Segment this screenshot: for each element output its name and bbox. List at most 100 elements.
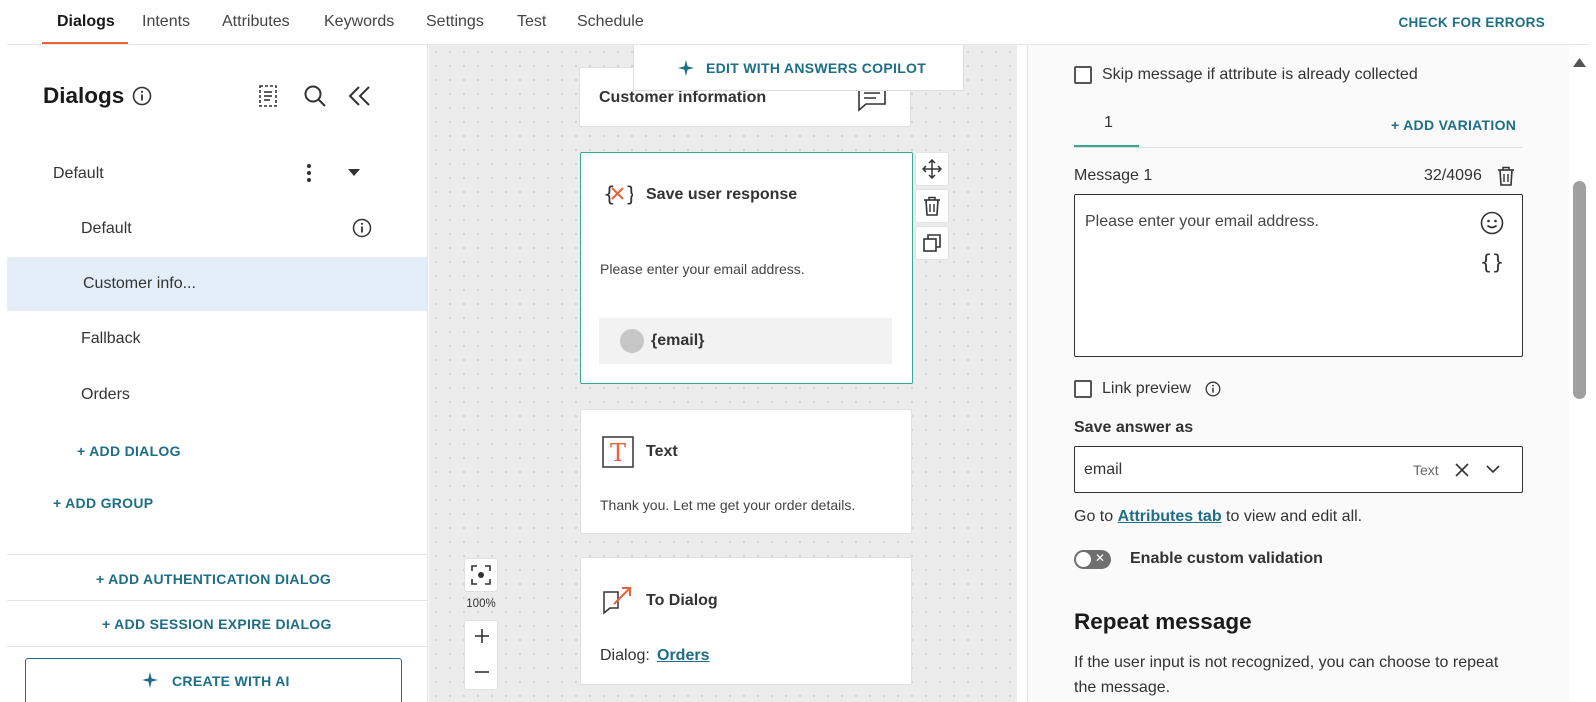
attribute-chip: {email} <box>599 318 892 364</box>
trash-icon[interactable] <box>1497 166 1515 186</box>
move-node-button[interactable] <box>915 152 949 186</box>
sidebar-item-default[interactable]: Default <box>81 220 132 238</box>
add-group-button[interactable]: + ADD GROUP <box>53 495 153 511</box>
goto-suffix: to view and edit all. <box>1226 508 1363 525</box>
trash-icon <box>923 196 941 216</box>
message-textarea[interactable]: Please enter your email address. {} <box>1074 194 1523 357</box>
more-options-icon[interactable] <box>306 162 312 184</box>
divider <box>7 646 427 647</box>
node-message-text: Thank you. Let me get your order details… <box>600 497 856 513</box>
emoji-icon[interactable] <box>1480 211 1504 235</box>
attributes-tab-link[interactable]: Attributes tab <box>1118 508 1222 525</box>
move-icon <box>922 159 942 179</box>
create-with-ai-label: CREATE WITH AI <box>172 673 290 689</box>
collapse-sidebar-icon[interactable] <box>348 85 372 107</box>
link-preview-checkbox[interactable] <box>1074 380 1092 398</box>
attribute-type: Text <box>1413 462 1439 478</box>
check-for-errors-button[interactable]: CHECK FOR ERRORS <box>1398 15 1545 30</box>
node-text[interactable]: T Text Thank you. Let me get your order … <box>580 409 912 534</box>
save-answer-select[interactable]: email Text <box>1074 446 1523 493</box>
top-nav-bar: Dialogs Intents Attributes Keywords Sett… <box>7 0 1589 45</box>
variation-tab-1[interactable]: 1 <box>1104 114 1113 132</box>
sparkle-icon <box>141 671 159 689</box>
fit-view-button[interactable] <box>464 558 498 592</box>
info-icon[interactable] <box>132 86 152 106</box>
clear-icon[interactable] <box>1455 463 1469 477</box>
sparkle-icon <box>677 59 695 77</box>
skip-message-checkbox[interactable] <box>1074 66 1092 84</box>
properties-panel <box>1027 45 1569 702</box>
create-with-ai-button[interactable]: CREATE WITH AI <box>25 658 402 702</box>
group-default[interactable]: Default <box>53 165 104 183</box>
custom-validation-label: Enable custom validation <box>1130 550 1323 567</box>
copy-icon <box>923 234 941 252</box>
message-value: Please enter your email address. <box>1085 213 1319 230</box>
char-count: 32/4096 <box>1424 167 1482 184</box>
add-authentication-dialog-button[interactable]: + ADD AUTHENTICATION DIALOG <box>96 571 331 587</box>
svg-text:{: { <box>603 182 616 206</box>
divider <box>1074 147 1523 148</box>
toggle-knob <box>1076 552 1091 567</box>
active-tab-indicator <box>42 42 128 44</box>
delete-node-button[interactable] <box>915 189 949 223</box>
attributes-hint: Go to Attributes tab to view and edit al… <box>1074 508 1362 526</box>
custom-validation-toggle[interactable]: ✕ <box>1074 550 1111 569</box>
dialog-label: Dialog: <box>600 647 650 664</box>
tab-intents[interactable]: Intents <box>142 13 190 31</box>
attribute-dot-icon <box>620 329 644 353</box>
node-to-dialog[interactable]: To Dialog Dialog: Orders <box>580 557 912 685</box>
tab-dialogs[interactable]: Dialogs <box>57 13 115 31</box>
add-session-expire-dialog-button[interactable]: + ADD SESSION EXPIRE DIALOG <box>102 616 332 632</box>
text-type-icon: T <box>602 436 634 468</box>
save-answer-label: Save answer as <box>1074 419 1194 436</box>
focus-icon <box>471 565 491 585</box>
tab-keywords[interactable]: Keywords <box>324 13 394 31</box>
zoom-controls <box>464 620 498 690</box>
zoom-level: 100% <box>466 598 496 610</box>
tab-settings[interactable]: Settings <box>426 13 484 31</box>
add-variation-button[interactable]: + ADD VARIATION <box>1391 117 1516 133</box>
sidebar-item-orders[interactable]: Orders <box>81 386 130 404</box>
chevron-down-icon[interactable] <box>1486 465 1500 474</box>
node-title: Customer information <box>599 89 767 106</box>
caret-down-icon[interactable] <box>348 169 360 177</box>
info-icon[interactable] <box>352 218 372 238</box>
zoom-out-icon[interactable] <box>473 663 491 681</box>
copilot-label: EDIT WITH ANSWERS COPILOT <box>706 60 927 76</box>
zoom-in-icon[interactable] <box>473 627 491 645</box>
sidebar-item-customer-info[interactable]: Customer info... <box>83 275 196 293</box>
edit-with-copilot-button[interactable]: EDIT WITH ANSWERS COPILOT <box>633 45 964 91</box>
dialog-list-icon[interactable] <box>257 84 279 108</box>
info-icon[interactable] <box>1205 381 1221 397</box>
variable-icon: {} <box>603 179 633 209</box>
svg-text:T: T <box>610 439 626 467</box>
node-title: To Dialog <box>646 592 718 609</box>
node-title: Text <box>646 443 678 460</box>
save-answer-value: email <box>1084 461 1123 478</box>
selected-item-highlight <box>7 257 427 311</box>
node-save-user-response[interactable]: {} Save user response Please enter your … <box>580 152 913 384</box>
goto-prefix: Go to <box>1074 508 1114 525</box>
divider <box>7 554 427 555</box>
add-dialog-button[interactable]: + ADD DIALOG <box>77 443 181 459</box>
curly-braces-icon[interactable]: {} <box>1480 250 1504 274</box>
scroll-up-icon[interactable] <box>1573 58 1586 67</box>
node-title: Save user response <box>646 186 798 203</box>
repeat-message-title: Repeat message <box>1074 609 1252 634</box>
sidebar-title: Dialogs <box>43 83 125 108</box>
message-label: Message 1 <box>1074 167 1153 184</box>
svg-text:}: } <box>625 182 633 206</box>
tab-test[interactable]: Test <box>517 13 546 31</box>
node-message-text: Please enter your email address. <box>600 261 805 277</box>
dialog-link-orders[interactable]: Orders <box>657 647 709 665</box>
to-dialog-icon <box>602 584 634 616</box>
tab-schedule[interactable]: Schedule <box>577 13 644 31</box>
sidebar-item-fallback[interactable]: Fallback <box>81 330 141 348</box>
attribute-name: {email} <box>651 332 705 349</box>
link-preview-label: Link preview <box>1102 380 1191 397</box>
duplicate-node-button[interactable] <box>915 226 949 260</box>
search-icon[interactable] <box>303 84 327 108</box>
tab-attributes[interactable]: Attributes <box>222 13 290 31</box>
scrollbar-thumb[interactable] <box>1573 181 1586 399</box>
dialogs-sidebar: Dialogs Default Default Customer info...… <box>7 45 428 702</box>
